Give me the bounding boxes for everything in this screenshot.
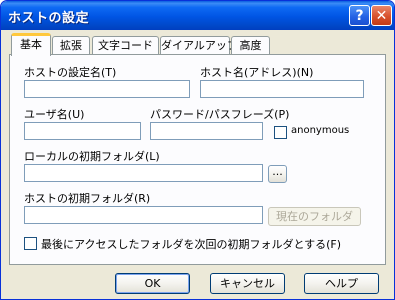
current-folder-button[interactable]: 現在のフォルダ [268, 207, 361, 226]
host-name-label: ホスト名(アドレス)(N) [200, 66, 314, 79]
window-title: ホストの設定 [8, 11, 90, 26]
host-setting-name-label: ホストの設定名(T) [24, 66, 117, 79]
close-icon[interactable]: ✕ [371, 5, 392, 26]
ok-button[interactable]: OK [115, 273, 190, 294]
last-folder-checkbox[interactable] [24, 237, 37, 250]
host-folder-label: ホストの初期フォルダ(R) [24, 192, 151, 205]
local-folder-input[interactable] [24, 164, 263, 182]
anonymous-checkbox[interactable] [274, 126, 287, 139]
help-button[interactable]: ヘルプ [304, 273, 379, 294]
tab-basic[interactable]: 基本 [11, 33, 51, 56]
tab-advanced[interactable]: 高度 [231, 36, 270, 55]
host-setting-name-input[interactable] [24, 80, 190, 98]
tab-character-code[interactable]: 文字コード [92, 36, 159, 55]
local-folder-label: ローカルの初期フォルダ(L) [24, 150, 160, 163]
username-input[interactable] [24, 122, 141, 140]
title-bar[interactable]: ホストの設定 ? ✕ [1, 1, 394, 30]
password-label: パスワード/パスフレーズ(P) [150, 108, 290, 121]
username-label: ユーザ名(U) [24, 108, 85, 121]
help-icon[interactable]: ? [349, 5, 370, 26]
tab-extended[interactable]: 拡張 [52, 36, 90, 55]
anonymous-label: anonymous [291, 125, 350, 136]
browse-local-folder-button[interactable]: ... [268, 165, 287, 183]
password-input[interactable] [150, 122, 263, 140]
host-name-input[interactable] [200, 80, 364, 98]
host-folder-input[interactable] [24, 206, 263, 224]
cancel-button[interactable]: キャンセル [210, 273, 285, 294]
tab-dialup[interactable]: ダイアルアップ [160, 36, 238, 55]
host-settings-dialog: ホストの設定 ? ✕ 基本 拡張 文字コード ダイアルアップ 高度 ホストの設定… [0, 0, 395, 300]
last-folder-label: 最後にアクセスしたフォルダを次回の初期フォルダとする(F) [41, 238, 342, 251]
